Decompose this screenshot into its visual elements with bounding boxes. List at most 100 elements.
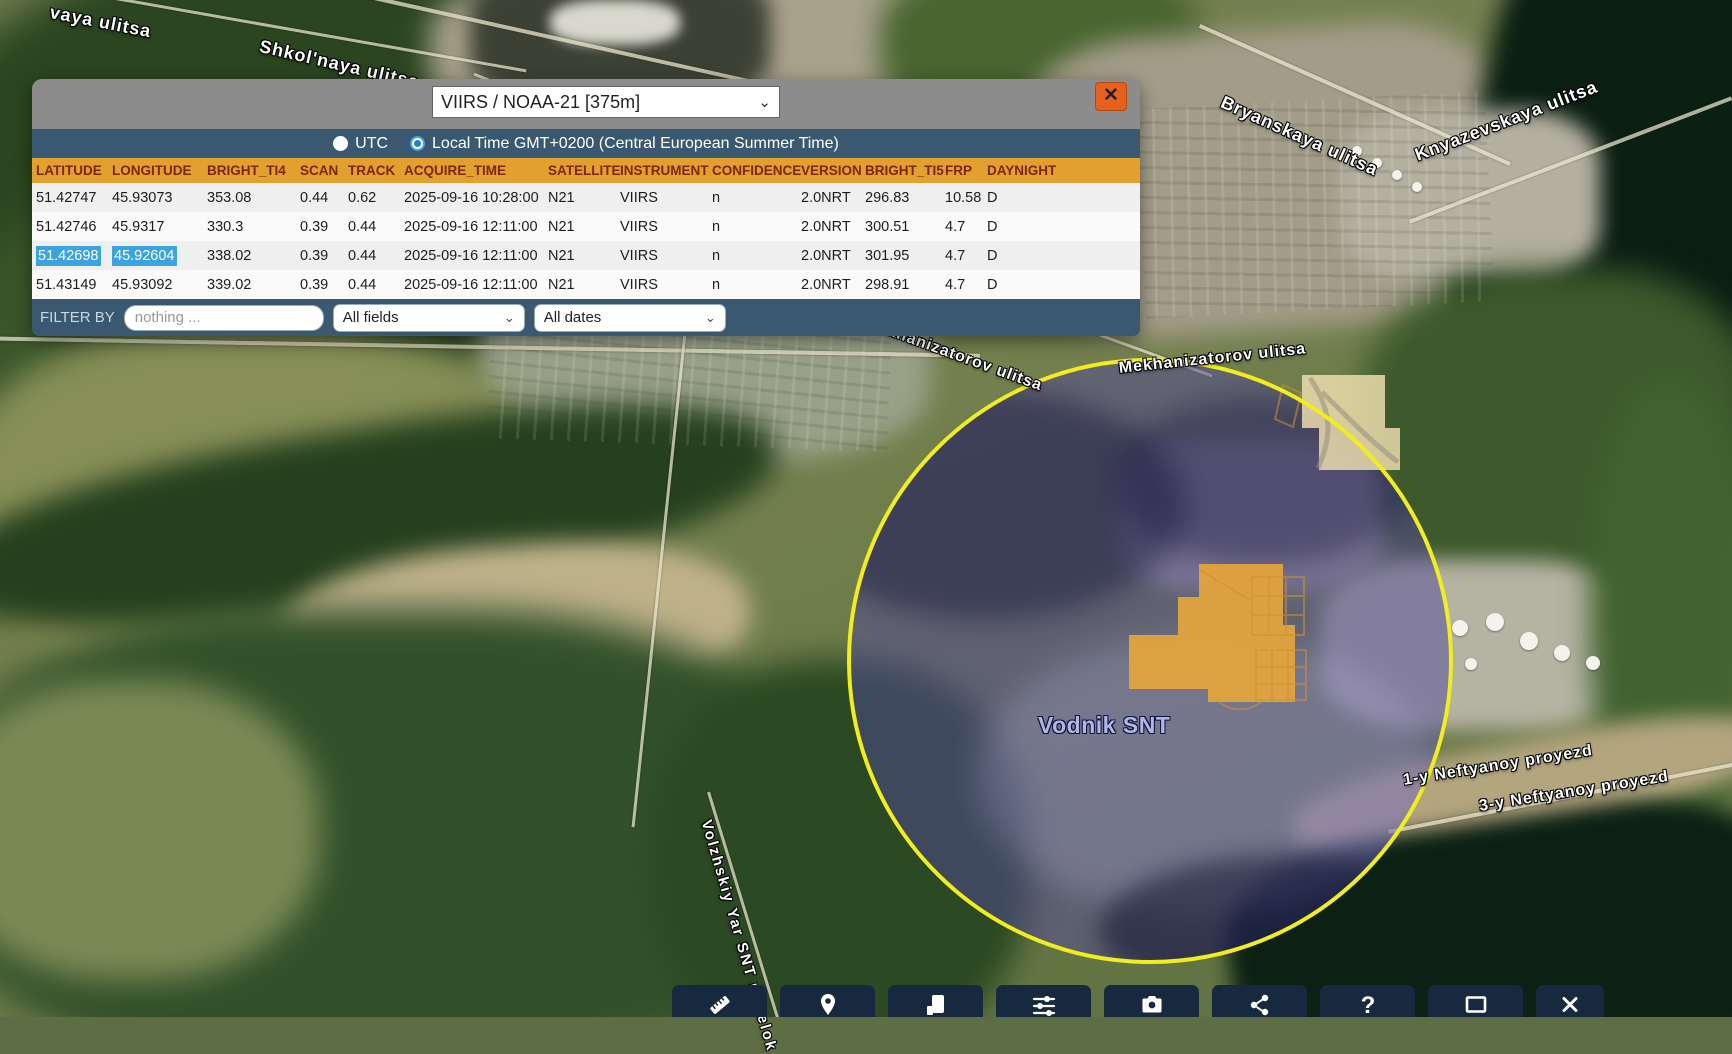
table-cell: 339.02 <box>207 277 300 293</box>
table-cell: D <box>987 190 1140 206</box>
table-cell: VIIRS <box>620 277 712 293</box>
chevron-down-icon: ⌄ <box>758 93 771 111</box>
table-cell: 4.7 <box>945 248 987 264</box>
camera-icon <box>1139 992 1165 1017</box>
draw-rectangle-button[interactable] <box>1428 985 1523 1017</box>
table-cell: 0.44 <box>348 277 404 293</box>
table-cell: N21 <box>548 219 620 235</box>
dataset-select-value: VIIRS / NOAA-21 [375m] <box>441 92 640 113</box>
close-icon <box>1557 992 1583 1017</box>
table-cell: 2.0NRT <box>801 248 865 264</box>
table-header-cell: DAYNIGHT <box>987 163 1140 178</box>
table-cell: D <box>987 219 1140 235</box>
filter-field-select[interactable]: All fields ⌄ <box>333 304 525 332</box>
table-header-cell: BRIGHT_TI4 <box>207 163 300 178</box>
table-header-cell: TRACK <box>348 163 404 178</box>
local-time-label: Local Time GMT+0200 (Central European Su… <box>432 135 839 153</box>
table-body: 51.42747 45.93073 353.08 0.44 0.62 2025-… <box>32 183 1140 299</box>
filter-input[interactable] <box>124 305 324 331</box>
close-icon: ✕ <box>1103 85 1119 106</box>
table-cell: 2025-09-16 12:11:00 <box>404 277 548 293</box>
table-row-selected[interactable]: 51.42698 45.92604 338.02 0.39 0.44 2025-… <box>32 241 1140 270</box>
table-cell: 0.44 <box>348 219 404 235</box>
adjust-layers-button[interactable] <box>996 985 1091 1017</box>
sliders-icon <box>1031 992 1057 1017</box>
ruler-icon <box>707 992 733 1017</box>
table-cell: 2.0NRT <box>801 277 865 293</box>
share-button[interactable] <box>1212 985 1307 1017</box>
help-button[interactable]: ? <box>1320 985 1415 1017</box>
filter-date-select[interactable]: All dates ⌄ <box>534 304 726 332</box>
highlighted-cell: 45.92604 <box>112 246 177 266</box>
utc-radio-option[interactable]: UTC <box>333 135 388 153</box>
table-header-cell: FRP <box>945 163 987 178</box>
table-cell: 298.91 <box>865 277 945 293</box>
table-cell: 0.39 <box>300 248 348 264</box>
table-cell: 0.39 <box>300 277 348 293</box>
table-cell: N21 <box>548 248 620 264</box>
popup-header: VIIRS / NOAA-21 [375m] ⌄ ✕ <box>32 79 1140 129</box>
table-header-cell: LONGITUDE <box>112 163 207 178</box>
table-header-cell: INSTRUMENT <box>620 163 712 178</box>
table-cell: 338.02 <box>207 248 300 264</box>
filter-by-label: FILTER BY <box>40 309 115 326</box>
table-header-cell: LATITUDE <box>36 163 112 178</box>
table-cell: 0.44 <box>348 248 404 264</box>
table-cell: 0.39 <box>300 219 348 235</box>
measure-button[interactable] <box>672 985 767 1017</box>
table-cell: n <box>712 277 801 293</box>
table-cell: 4.7 <box>945 277 987 293</box>
share-icon <box>1247 992 1273 1017</box>
table-cell: 301.95 <box>865 248 945 264</box>
local-time-radio-option[interactable]: Local Time GMT+0200 (Central European Su… <box>410 135 839 153</box>
table-row[interactable]: 51.43149 45.93092 339.02 0.39 0.44 2025-… <box>32 270 1140 299</box>
question-icon: ? <box>1355 992 1381 1017</box>
location-button[interactable] <box>780 985 875 1017</box>
table-cell: 2.0NRT <box>801 219 865 235</box>
table-cell: 45.93073 <box>112 190 207 206</box>
table-cell: 2.0NRT <box>801 190 865 206</box>
copy-button[interactable] <box>888 985 983 1017</box>
table-cell: 2025-09-16 12:11:00 <box>404 219 548 235</box>
table-header-cell: SCAN <box>300 163 348 178</box>
table-cell: D <box>987 248 1140 264</box>
table-cell: N21 <box>548 190 620 206</box>
table-header-cell: CONFIDENCE <box>712 163 801 178</box>
close-toolbar-button[interactable] <box>1536 985 1604 1017</box>
svg-text:?: ? <box>1360 992 1375 1017</box>
table-cell: 300.51 <box>865 219 945 235</box>
map-pin-icon <box>815 992 841 1017</box>
table-cell: 45.9317 <box>112 219 207 235</box>
chevron-down-icon: ⌄ <box>504 310 515 326</box>
table-header-cell: SATELLITE <box>548 163 620 178</box>
chevron-down-icon: ⌄ <box>705 310 716 326</box>
table-row[interactable]: 51.42747 45.93073 353.08 0.44 0.62 2025-… <box>32 183 1140 212</box>
close-button[interactable]: ✕ <box>1095 82 1127 111</box>
table-cell: 45.93092 <box>112 277 207 293</box>
table-cell: 51.42746 <box>36 219 112 235</box>
highlighted-cell: 51.42698 <box>36 246 101 266</box>
table-cell: 10.58 <box>945 190 987 206</box>
table-header-row: LATITUDE LONGITUDE BRIGHT_TI4 SCAN TRACK… <box>32 158 1140 183</box>
map-toolbar: ? <box>672 985 1604 1017</box>
table-row[interactable]: 51.42746 45.9317 330.3 0.39 0.44 2025-09… <box>32 212 1140 241</box>
table-cell: n <box>712 190 801 206</box>
table-cell: 51.42747 <box>36 190 112 206</box>
radio-selected-icon[interactable] <box>410 136 425 151</box>
table-cell: 330.3 <box>207 219 300 235</box>
table-cell: 0.44 <box>300 190 348 206</box>
table-cell: D <box>987 277 1140 293</box>
copy-icon <box>923 992 949 1017</box>
dataset-select[interactable]: VIIRS / NOAA-21 [375m] ⌄ <box>432 86 780 118</box>
table-cell: n <box>712 219 801 235</box>
table-cell: VIIRS <box>620 219 712 235</box>
radio-icon[interactable] <box>333 136 348 151</box>
table-cell: 296.83 <box>865 190 945 206</box>
table-cell: VIIRS <box>620 248 712 264</box>
filter-bar: FILTER BY All fields ⌄ All dates ⌄ <box>32 299 1140 336</box>
screenshot-button[interactable] <box>1104 985 1199 1017</box>
table-cell: 51.42698 <box>36 248 112 264</box>
table-cell: 2025-09-16 12:11:00 <box>404 248 548 264</box>
table-cell: 51.43149 <box>36 277 112 293</box>
fire-data-popup: VIIRS / NOAA-21 [375m] ⌄ ✕ UTC Local Tim… <box>32 79 1140 336</box>
